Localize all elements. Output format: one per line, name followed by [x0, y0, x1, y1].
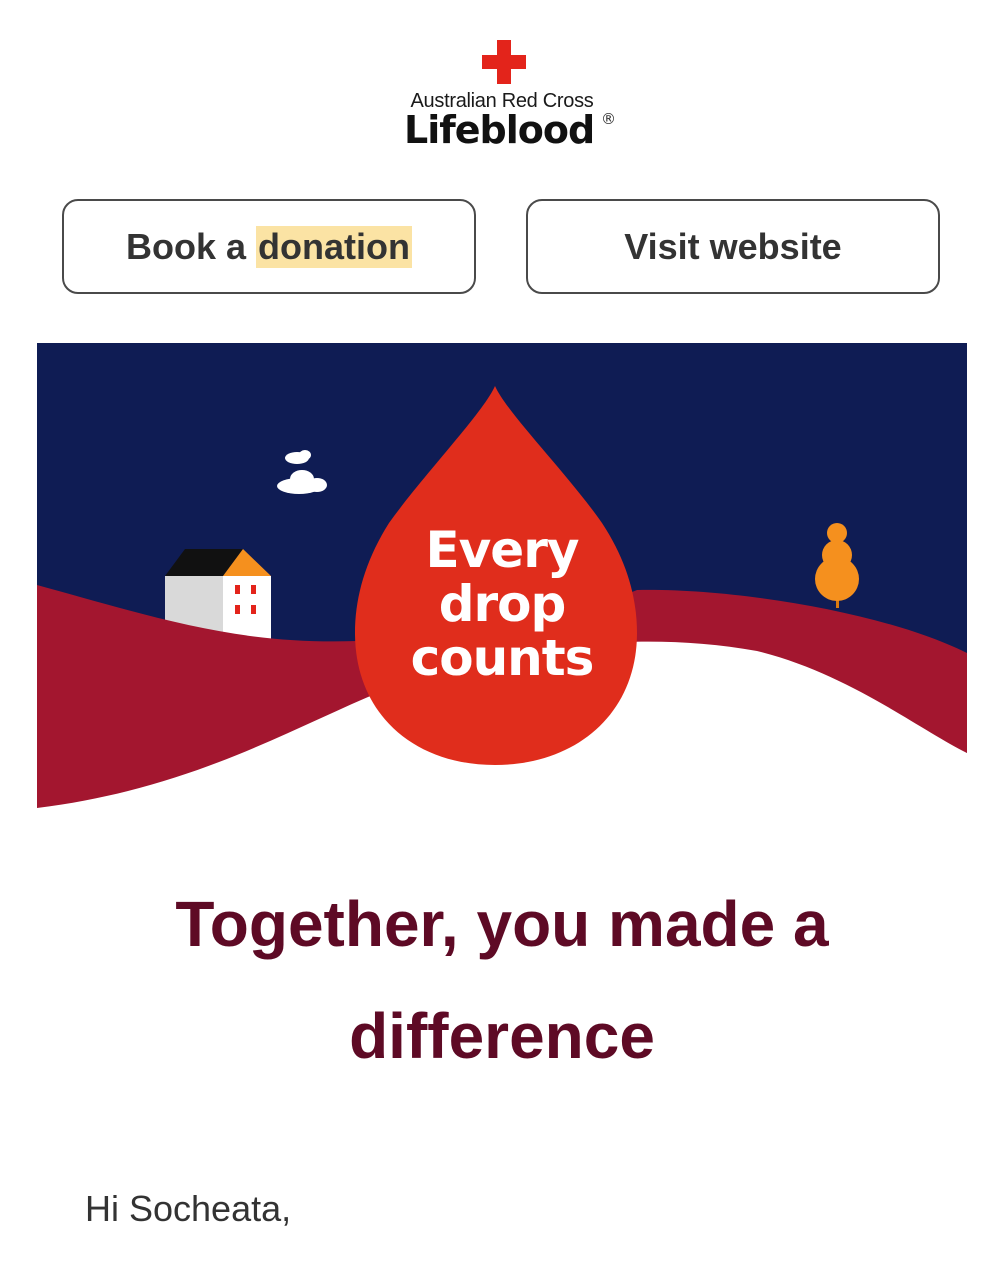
hero-banner: Every drop counts [37, 343, 967, 808]
visit-website-button[interactable]: Visit website [526, 199, 940, 294]
drop-text-line1: Every [425, 521, 580, 579]
lifeblood-logo: Australian Red Cross Lifeblood ® [0, 36, 1004, 156]
registered-mark: ® [601, 110, 616, 128]
page-headline: Together, you made a difference [175, 888, 829, 1072]
greeting-text: Hi Socheata, [85, 1188, 292, 1229]
drop-text-line3: counts [410, 629, 595, 687]
visit-button-label: Visit website [624, 225, 842, 267]
book-donation-button[interactable]: Book a donation [62, 199, 476, 294]
logo-brand-name: Lifeblood [404, 108, 595, 152]
drop-text-line2: drop [438, 575, 567, 633]
red-cross-icon [482, 40, 526, 84]
book-button-label: Book a [126, 225, 247, 267]
book-button-highlight: donation [256, 225, 412, 268]
